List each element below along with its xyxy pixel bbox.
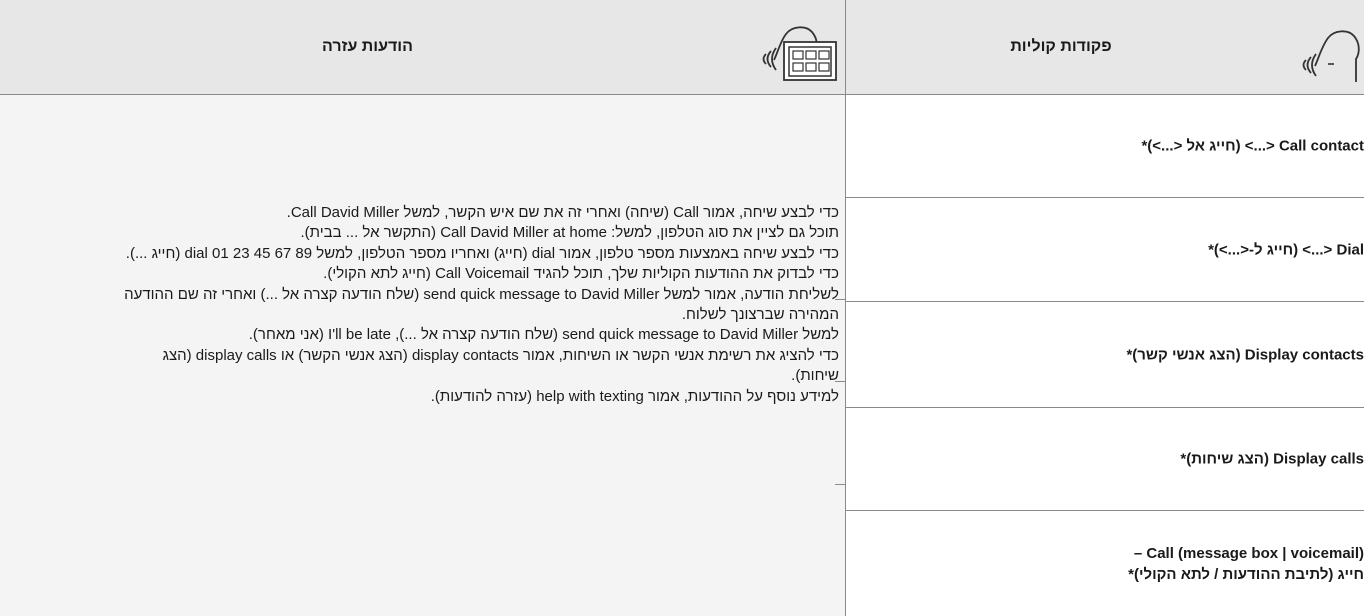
voice-commands-title: פקודות קוליות	[1010, 38, 1112, 55]
help-paragraph: למשל send quick message to David Miller …	[248, 326, 839, 344]
voice-command-row: Display calls (הצג שיחות)*	[846, 408, 1364, 511]
help-messages-text: כדי לבצע שיחה, אמור Call (שיחה) ואחרי זה…	[114, 203, 839, 407]
voice-commands-column: פקודות קוליות Call contact <...> (חייג א…	[846, 0, 1364, 616]
voice-command-label: Dial <...> (חייג ל-<...>)*	[1208, 241, 1364, 258]
voice-command-row: Dial <...> (חייג ל-<...>)*	[846, 198, 1364, 302]
voice-keypad-icon	[762, 26, 837, 81]
help-paragraph: למידע נוסף על ההודעות, אמור help with te…	[430, 387, 839, 405]
row-separator-tick	[835, 381, 845, 382]
help-paragraph: כדי לבדוק את ההודעות הקוליות שלך, תוכל ל…	[323, 265, 839, 283]
help-messages-cell: כדי לבצע שיחה, אמור Call (שיחה) ואחרי זה…	[0, 95, 845, 616]
voice-command-label-line: חייג (לתיבת ההודעות / לתא הקולי)*	[1128, 565, 1364, 583]
voice-command-label-line: Call (message box | voicemail) –	[1133, 544, 1364, 562]
voice-command-label: Call (message box | voicemail) – חייג (ל…	[1128, 543, 1364, 585]
help-messages-title: הודעות עזרה	[322, 38, 413, 55]
voice-command-icon	[1302, 30, 1360, 82]
help-paragraph: לשליחת הודעה, אמור למשל send quick messa…	[124, 285, 839, 324]
voice-command-label: Display calls (הצג שיחות)*	[1180, 450, 1364, 468]
voice-command-row: Call (message box | voicemail) – חייג (ל…	[846, 511, 1364, 616]
help-paragraph: כדי להציג את רשימת אנשי הקשר או השיחות, …	[162, 346, 839, 385]
help-paragraph: כדי לבצע שיחה באמצעות מספר טלפון, אמור d…	[125, 244, 839, 262]
help-paragraph: כדי לבצע שיחה, אמור Call (שיחה) ואחרי זה…	[286, 204, 839, 221]
voice-command-row: Display contacts (הצג אנשי קשר)*	[846, 302, 1364, 408]
voice-command-label: Display contacts (הצג אנשי קשר)*	[1126, 346, 1364, 363]
help-messages-column: הודעות עזרה כדי לבצע שיחה, אמור Call (שי…	[0, 0, 846, 616]
row-separator-tick	[835, 484, 845, 485]
voice-command-label: Call contact <...> (חייג אל <...>)*	[1141, 137, 1364, 155]
voice-commands-header: פקודות קוליות	[846, 0, 1364, 95]
voice-command-row: Call contact <...> (חייג אל <...>)*	[846, 95, 1364, 198]
voice-commands-table: הודעות עזרה כדי לבצע שיחה, אמור Call (שי…	[0, 0, 1364, 616]
help-messages-header: הודעות עזרה	[0, 0, 845, 95]
row-separator-tick	[835, 299, 845, 300]
help-paragraph: תוכל גם לציין את סוג הטלפון, למשל: Call …	[300, 224, 839, 242]
